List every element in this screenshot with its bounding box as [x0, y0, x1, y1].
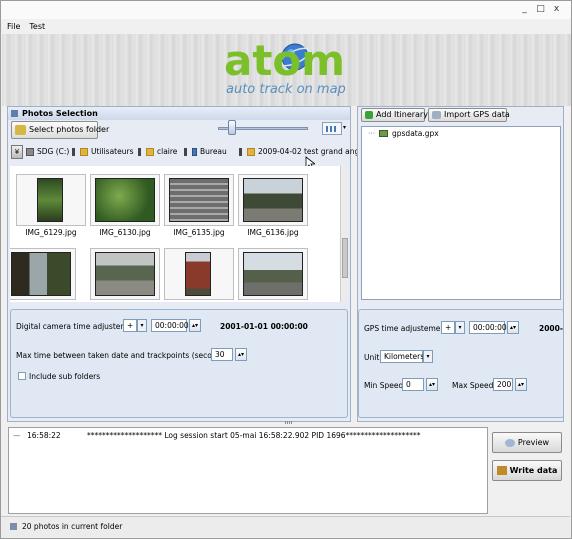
- breadcrumb-bureau[interactable]: Bureau: [184, 144, 227, 160]
- logo-text: atom: [224, 36, 346, 85]
- select-folder-label: Select photos folder: [29, 125, 110, 134]
- thumbnail-item[interactable]: [90, 174, 160, 226]
- breadcrumb-drive[interactable]: SDG (C:): [26, 144, 69, 160]
- logo-subtitle: auto track on map: [226, 82, 346, 97]
- thumbnail-label: IMG_6136.jpg: [247, 228, 299, 237]
- breadcrumb-expand-icon[interactable]: ¥: [11, 145, 23, 159]
- close-button[interactable]: x: [551, 4, 562, 15]
- unit-label: Unit: [364, 353, 380, 362]
- breadcrumb-claire[interactable]: claire: [138, 144, 177, 160]
- photos-title-label: Photos Selection: [22, 109, 98, 118]
- max-speed-spinner[interactable]: ▴▾: [515, 378, 527, 391]
- max-time-field[interactable]: 30: [211, 348, 233, 361]
- eye-icon: [504, 438, 515, 447]
- tree-connector: ···: [368, 129, 376, 138]
- gps-offset-field[interactable]: 00:00:00: [469, 321, 507, 334]
- thumbnail-scrollbar[interactable]: [340, 166, 348, 302]
- app-logo: atom auto track on map: [222, 34, 356, 104]
- thumbnail-grid: IMG_6129.jpg IMG_6130.jpg IMG_6135.jpg I…: [10, 166, 340, 302]
- import-gps-data-button[interactable]: Import GPS data: [428, 108, 510, 122]
- gps-data-tree: ··· gpsdata.gpx: [361, 126, 561, 300]
- breadcrumb-current-folder[interactable]: 2009-04-02 test grand angle: [239, 144, 366, 160]
- gps-sign-select[interactable]: +: [441, 321, 455, 334]
- chevron-down-icon[interactable]: ▾: [137, 319, 147, 332]
- write-data-button[interactable]: Write data: [492, 460, 562, 481]
- import-gps-label: Import GPS data: [444, 110, 510, 119]
- add-icon: [365, 111, 373, 119]
- log-bullet: —: [13, 431, 21, 440]
- include-subfolders-label: Include sub folders: [29, 372, 101, 381]
- preview-button[interactable]: Preview: [492, 432, 562, 453]
- camera-sign-select[interactable]: +: [123, 319, 137, 332]
- panel-icon: [11, 110, 18, 117]
- tree-item-gpsdata[interactable]: gpsdata.gpx: [392, 129, 439, 138]
- thumbnail-item[interactable]: [90, 248, 160, 300]
- add-itinerary-label: Add Itinerary: [376, 110, 428, 119]
- add-itinerary-button[interactable]: Add Itinerary: [361, 108, 428, 122]
- max-time-label: Max time between taken date and trackpoi…: [16, 351, 231, 360]
- thumbnail-label: IMG_6130.jpg: [99, 228, 151, 237]
- thumbnail-item[interactable]: [164, 174, 234, 226]
- thumbnail-label: IMG_6135.jpg: [173, 228, 225, 237]
- log-time: 16:58:22: [27, 431, 61, 440]
- slider-thumb[interactable]: [227, 120, 236, 135]
- thumbnail-item[interactable]: [164, 248, 234, 300]
- breadcrumb-utilisateurs[interactable]: Utilisateurs: [72, 144, 133, 160]
- title-bar: _ □ x: [1, 1, 571, 19]
- max-speed-label: Max Speed: [452, 381, 494, 390]
- camera-offset-field[interactable]: 00:00:00: [151, 319, 189, 332]
- menu-bar: File Test: [1, 20, 48, 34]
- minimize-button[interactable]: _: [519, 4, 530, 15]
- thumbnail-item[interactable]: [238, 248, 308, 300]
- status-bar: 20 photos in current folder: [1, 516, 570, 537]
- min-speed-field[interactable]: 0: [402, 378, 424, 391]
- chevron-down-icon[interactable]: ▾: [343, 124, 346, 131]
- status-icon: [10, 523, 17, 530]
- camera-datetime: 2001-01-01 00:00:00: [220, 322, 308, 331]
- splitter-handle[interactable]: [285, 421, 293, 424]
- min-speed-spinner[interactable]: ▴▾: [426, 378, 438, 391]
- scrollbar-thumb[interactable]: [342, 238, 348, 278]
- menu-file[interactable]: File: [1, 20, 23, 34]
- max-time-spinner[interactable]: ▴▾: [235, 348, 247, 361]
- write-icon: [496, 466, 507, 475]
- unit-select[interactable]: Kilometers: [380, 350, 424, 363]
- thumbnail-item[interactable]: [10, 248, 76, 300]
- import-icon: [432, 111, 441, 119]
- thumbnail-item[interactable]: [238, 174, 308, 226]
- view-mode-button[interactable]: [322, 122, 342, 135]
- banner: atom auto track on map: [2, 34, 571, 106]
- gps-offset-spinner[interactable]: ▴▾: [507, 321, 519, 334]
- thumbnail-label: IMG_6129.jpg: [25, 228, 77, 237]
- menu-test[interactable]: Test: [23, 20, 48, 34]
- photos-panel-title: Photos Selection: [8, 107, 350, 120]
- chevron-down-icon[interactable]: ▾: [455, 321, 465, 334]
- maximize-button[interactable]: □: [535, 4, 546, 15]
- thumbnail-item[interactable]: [16, 174, 86, 226]
- gpx-file-icon: [379, 130, 388, 137]
- log-panel: — 16:58:22 ******************** Log sess…: [8, 427, 488, 514]
- select-photos-folder-button[interactable]: Select photos folder: [11, 121, 109, 139]
- log-message: ******************** Log session start 0…: [87, 431, 421, 440]
- breadcrumb: ¥ SDG (C:) Utilisateurs claire Bureau 20…: [10, 144, 366, 160]
- gps-time-label: GPS time adjustement :: [364, 324, 453, 333]
- photo-time-settings: Digital camera time adjustement : + ▾ 00…: [10, 309, 348, 418]
- gps-datetime: 2000-0: [539, 324, 563, 333]
- min-speed-label: Min Speed: [364, 381, 404, 390]
- status-text: 20 photos in current folder: [22, 522, 123, 531]
- camera-offset-spinner[interactable]: ▴▾: [189, 319, 201, 332]
- max-speed-field[interactable]: 200: [493, 378, 513, 391]
- chevron-down-icon[interactable]: ▾: [423, 350, 433, 363]
- gps-time-settings: GPS time adjustement : + ▾ 00:00:00 ▴▾ 2…: [358, 309, 564, 418]
- include-subfolders-checkbox[interactable]: [18, 372, 26, 380]
- folder-icon: [15, 125, 26, 135]
